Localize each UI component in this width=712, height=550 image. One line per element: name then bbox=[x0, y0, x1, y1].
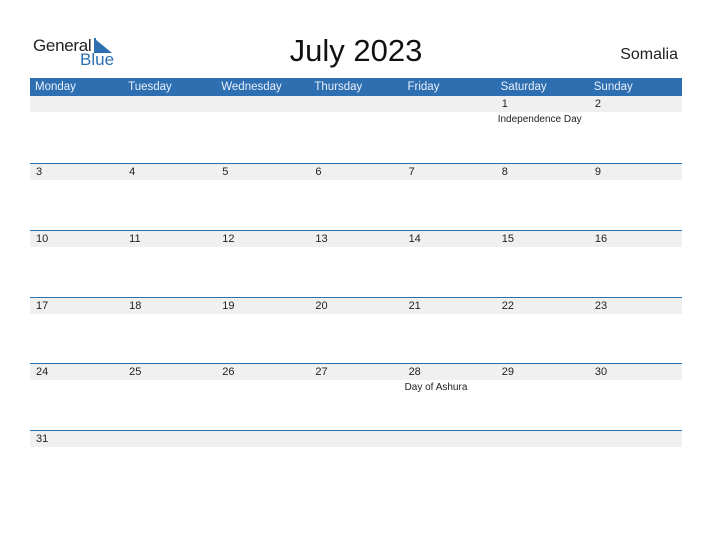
day-cell: 11 bbox=[123, 231, 216, 298]
day-cell: 22 bbox=[496, 298, 589, 365]
day-number: 30 bbox=[594, 366, 608, 378]
day-cell: 6 bbox=[309, 164, 402, 231]
day-cell: 9 bbox=[589, 164, 682, 231]
day-number: 8 bbox=[501, 166, 508, 178]
day-cell: 15 bbox=[496, 231, 589, 298]
day-cell bbox=[309, 96, 402, 163]
weekday-monday: Monday bbox=[35, 81, 76, 93]
calendar-title: July 2023 bbox=[289, 33, 423, 68]
day-number: 19 bbox=[222, 300, 235, 312]
weekday-wednesday: Wednesday bbox=[221, 81, 282, 93]
day-cell bbox=[216, 431, 309, 498]
day-number: 26 bbox=[222, 366, 235, 378]
day-number: 11 bbox=[129, 233, 141, 245]
day-number: 14 bbox=[408, 233, 421, 245]
day-cell: 17 bbox=[30, 298, 123, 365]
day-cell: 7 bbox=[403, 164, 496, 231]
week-row: 31 bbox=[30, 430, 682, 498]
day-number: 9 bbox=[594, 166, 601, 178]
day-number: 4 bbox=[129, 166, 136, 178]
week-row: 24 25 26 27 28 Day of Ashura 29 30 bbox=[30, 363, 682, 431]
day-cell: 4 bbox=[123, 164, 216, 231]
day-number: 13 bbox=[315, 233, 328, 245]
day-number: 22 bbox=[501, 300, 514, 312]
day-cell: 24 bbox=[30, 364, 123, 431]
day-number: 5 bbox=[222, 166, 229, 178]
day-number: 12 bbox=[222, 233, 235, 245]
day-number: 23 bbox=[594, 300, 608, 312]
day-cell: 3 bbox=[30, 164, 123, 231]
day-cell bbox=[309, 431, 402, 498]
weekday-saturday: Saturday bbox=[500, 81, 547, 93]
day-number: 20 bbox=[315, 300, 328, 312]
day-cell: 10 bbox=[30, 231, 123, 298]
day-cell bbox=[30, 96, 123, 163]
day-cell: 23 bbox=[589, 298, 682, 365]
day-cell bbox=[496, 431, 589, 498]
day-number: 3 bbox=[36, 166, 43, 178]
day-cell bbox=[216, 96, 309, 163]
day-cell bbox=[403, 431, 496, 498]
day-number: 16 bbox=[594, 233, 608, 245]
day-number: 28 bbox=[408, 366, 421, 378]
day-cell: 25 bbox=[123, 364, 216, 431]
day-number: 24 bbox=[36, 366, 49, 378]
day-cell: 19 bbox=[216, 298, 309, 365]
day-cell: 5 bbox=[216, 164, 309, 231]
day-number: 21 bbox=[408, 300, 421, 312]
day-number: 18 bbox=[129, 300, 142, 312]
day-cell bbox=[589, 431, 682, 498]
day-number: 27 bbox=[315, 366, 328, 378]
weekday-thursday: Thursday bbox=[314, 81, 363, 93]
country-label: Somalia bbox=[620, 46, 678, 63]
day-cell bbox=[403, 96, 496, 163]
day-cell bbox=[123, 96, 216, 163]
day-number: 17 bbox=[36, 300, 49, 312]
weekday-friday: Friday bbox=[407, 81, 440, 93]
day-cell: 12 bbox=[216, 231, 309, 298]
day-number: 25 bbox=[129, 366, 142, 378]
weekday-tuesday: Tuesday bbox=[128, 81, 172, 93]
day-number: 2 bbox=[594, 98, 601, 110]
day-number: 1 bbox=[501, 98, 508, 110]
day-cell: 20 bbox=[309, 298, 402, 365]
week-row: 10 11 12 13 14 15 16 bbox=[30, 230, 682, 298]
day-cell: 18 bbox=[123, 298, 216, 365]
week-row: 17 18 19 20 21 22 23 bbox=[30, 297, 682, 365]
day-cell: 28 Day of Ashura bbox=[403, 364, 496, 431]
week-row: 3 4 5 6 7 8 9 bbox=[30, 163, 682, 231]
day-cell: 2 bbox=[589, 96, 682, 163]
weekday-sunday: Sunday bbox=[593, 81, 633, 93]
day-number: 6 bbox=[315, 166, 322, 178]
day-cell: 13 bbox=[309, 231, 402, 298]
day-cell: 26 bbox=[216, 364, 309, 431]
holiday-label: Day of Ashura bbox=[404, 382, 468, 393]
day-cell: 14 bbox=[403, 231, 496, 298]
weekday-header: Monday Tuesday Wednesday Thursday Friday… bbox=[30, 78, 682, 96]
day-cell: 1 Independence Day bbox=[496, 96, 589, 163]
day-cell: 8 bbox=[496, 164, 589, 231]
day-cell: 27 bbox=[309, 364, 402, 431]
day-number: 7 bbox=[408, 166, 415, 178]
day-cell: 16 bbox=[589, 231, 682, 298]
week-row: 1 Independence Day 2 bbox=[30, 96, 682, 163]
day-number: 15 bbox=[501, 233, 514, 245]
day-number: 29 bbox=[501, 366, 514, 378]
day-cell: 21 bbox=[403, 298, 496, 365]
day-cell: 29 bbox=[496, 364, 589, 431]
day-number: 31 bbox=[36, 433, 49, 445]
day-cell bbox=[123, 431, 216, 498]
holiday-label: Independence Day bbox=[497, 114, 582, 125]
day-cell: 31 bbox=[30, 431, 123, 498]
day-cell: 30 bbox=[589, 364, 682, 431]
day-number: 10 bbox=[36, 233, 49, 245]
